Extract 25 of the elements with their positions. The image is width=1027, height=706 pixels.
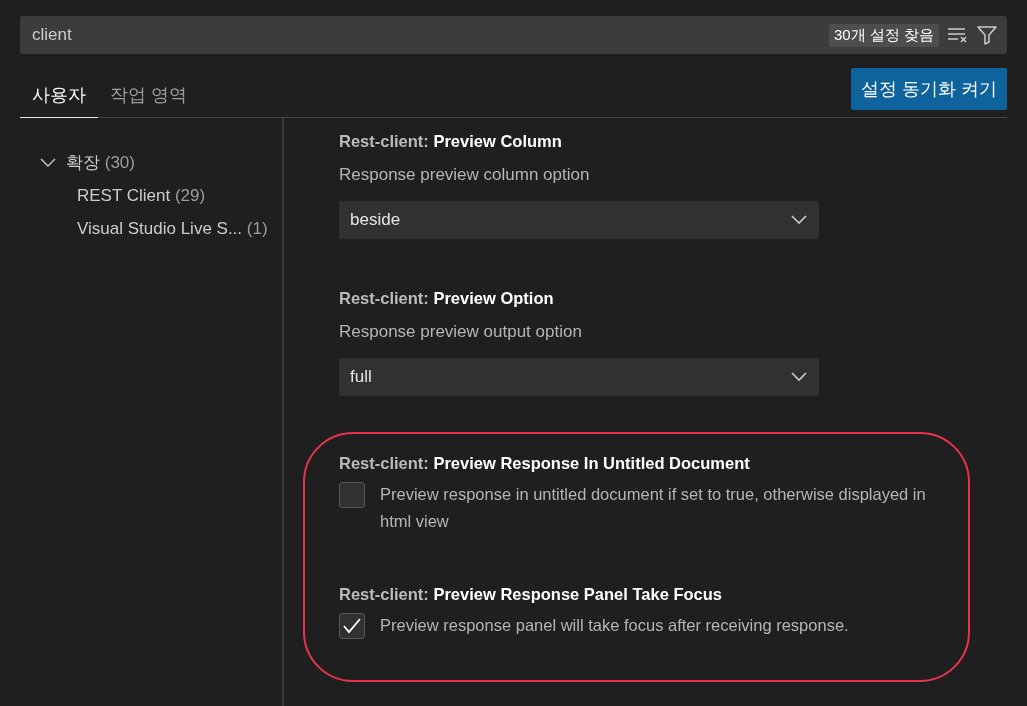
checkbox[interactable] <box>339 613 365 639</box>
tree-item[interactable]: 확장 (30) <box>0 146 135 179</box>
search-field[interactable]: client 30개 설정 찾음 <box>20 16 1007 54</box>
checkbox[interactable] <box>339 482 365 508</box>
setting-title: Rest-client: Preview Response Panel Take Focus <box>339 585 723 604</box>
chevron-down-icon <box>40 157 56 168</box>
dropdown[interactable]: full <box>339 358 819 396</box>
setting-title: Rest-client: Preview Response In Untitled Document <box>339 454 751 473</box>
filter-icon[interactable] <box>977 25 997 45</box>
setting-title: Rest-client: Preview Option <box>339 289 555 308</box>
chevron-down-icon <box>791 372 807 382</box>
setting-description: Preview response panel will take focus after receiving response. <box>380 615 850 636</box>
tab[interactable]: 작업 영역 <box>98 83 199 118</box>
result-count: 30개 설정 찾음 <box>828 23 939 47</box>
tab[interactable]: 사용자 <box>20 83 98 118</box>
setting-description: Preview response in untitled document if set to true, otherwise displayed in html view <box>380 484 927 532</box>
setting-description: Response preview output option <box>339 321 583 343</box>
tree-item[interactable]: Visual Studio Live S... (1) <box>77 212 268 245</box>
tree-item[interactable]: REST Client (29) <box>77 179 206 212</box>
chevron-down-icon <box>791 215 807 225</box>
clear-filter-icon[interactable] <box>947 27 969 43</box>
setting-title: Rest-client: Preview Column <box>339 132 563 151</box>
sync-button[interactable]: 설정 동기화 켜기 <box>851 68 1007 110</box>
dropdown[interactable]: beside <box>339 201 819 239</box>
setting-description: Response preview column option <box>339 164 591 186</box>
